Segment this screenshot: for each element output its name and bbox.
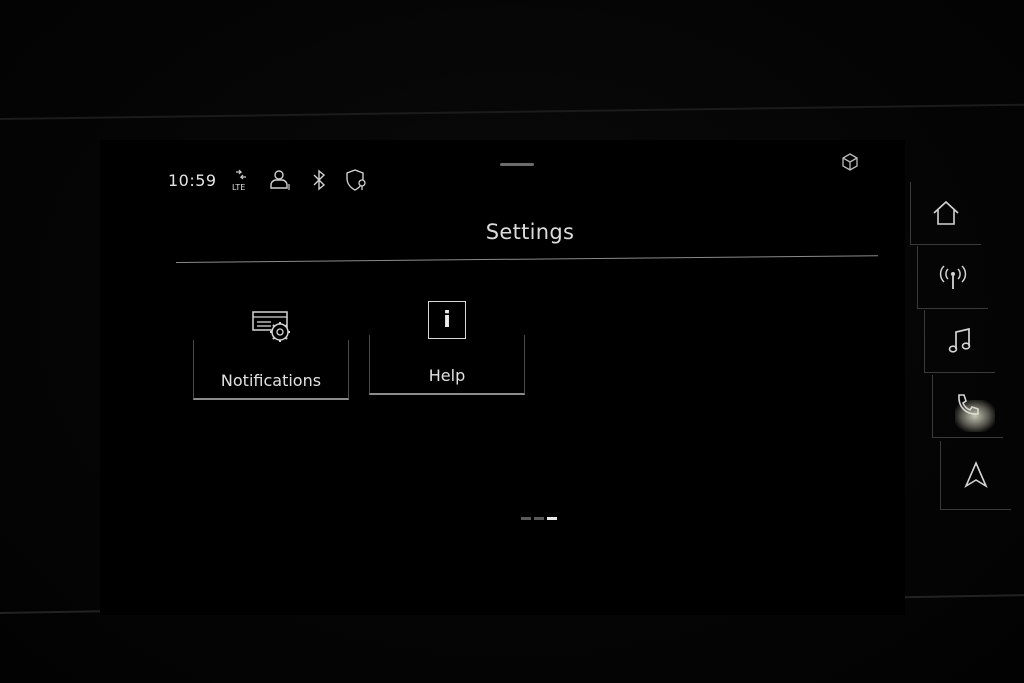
status-time: 10:59 <box>168 170 217 190</box>
location-shield-icon <box>345 168 369 192</box>
page-dot[interactable] <box>534 517 544 520</box>
page-indicator <box>521 517 557 520</box>
bluetooth-icon <box>307 168 331 192</box>
page-title: Settings <box>485 220 575 244</box>
tile-frame <box>193 340 349 400</box>
bezel-top-edge <box>0 103 1024 140</box>
notifications-tile[interactable]: Notifications <box>193 300 349 400</box>
display-frame: 10:59 LTE Settings Notifications i Help <box>0 0 1024 683</box>
user-profile-icon[interactable] <box>269 168 293 192</box>
navigation-arrow-icon <box>964 460 988 488</box>
music-note-icon <box>948 327 971 353</box>
pull-down-handle[interactable] <box>500 163 534 166</box>
phone-shortcut-button[interactable] <box>932 375 1003 438</box>
notifications-settings-icon <box>252 311 290 342</box>
info-icon-glyph: i <box>428 301 466 339</box>
help-tile-label: Help <box>428 366 466 385</box>
shortcut-bar <box>910 182 1024 512</box>
network-type-label: LTE <box>232 183 245 192</box>
radio-shortcut-button[interactable] <box>917 246 988 309</box>
notifications-tile-label: Notifications <box>220 371 322 390</box>
music-shortcut-button[interactable] <box>924 310 995 373</box>
tile-frame <box>369 335 525 395</box>
home-shortcut-button[interactable] <box>910 182 981 245</box>
help-tile[interactable]: i Help <box>369 295 525 395</box>
page-dot-active[interactable] <box>547 517 557 520</box>
phone-icon <box>958 394 979 415</box>
status-bar: 10:59 LTE <box>168 166 369 194</box>
home-icon <box>933 200 959 225</box>
page-dot[interactable] <box>521 517 531 520</box>
cube-icon[interactable] <box>840 152 860 172</box>
navigation-shortcut-button[interactable] <box>940 441 1011 510</box>
lte-signal-icon: LTE <box>231 168 255 192</box>
info-icon: i <box>425 301 469 341</box>
radio-icon <box>939 265 967 289</box>
